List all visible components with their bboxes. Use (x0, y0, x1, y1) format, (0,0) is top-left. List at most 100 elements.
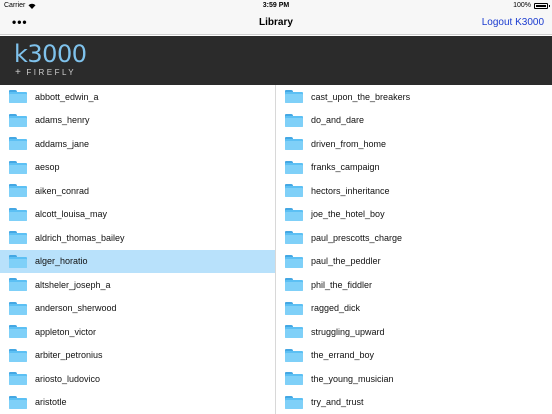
folder-label: ragged_dick (311, 303, 361, 314)
folder-row[interactable]: ragged_dick (276, 297, 552, 321)
folder-icon (285, 207, 303, 221)
folder-icon (285, 184, 303, 198)
folder-label: franks_campaign (311, 162, 380, 173)
folder-icon (9, 137, 27, 151)
folder-label: alcott_louisa_may (35, 209, 108, 220)
folder-icon (9, 254, 27, 268)
folder-icon (9, 113, 27, 127)
battery-icon (534, 2, 550, 9)
folder-label: struggling_upward (311, 326, 385, 337)
folder-icon (285, 113, 303, 127)
folder-row[interactable]: driven_from_home (276, 132, 552, 156)
folder-row[interactable]: aiken_conrad (0, 179, 275, 203)
folder-icon (285, 278, 303, 292)
folder-icon (285, 90, 303, 104)
folder-icon (285, 301, 303, 315)
folder-row[interactable]: alcott_louisa_may (0, 203, 275, 227)
folder-label: aristotle (35, 397, 67, 408)
folder-label: the_errand_boy (311, 350, 375, 361)
folder-icon (285, 137, 303, 151)
folder-row[interactable]: alger_horatio (0, 249, 275, 273)
authors-column[interactable]: abbott_edwin_a adams_henry addams_janeaeso… (0, 85, 276, 414)
folder-row[interactable]: appleton_victor (0, 320, 275, 344)
folder-label: arbiter_petronius (35, 350, 103, 361)
folder-row[interactable]: paul_prescotts_charge (276, 226, 552, 250)
firefly-subtitle: + FIREFLY (15, 66, 77, 78)
folder-icon (9, 301, 27, 315)
folder-icon (285, 395, 303, 409)
folder-row[interactable]: aldrich_thomas_bailey (0, 226, 275, 250)
folder-icon (9, 372, 27, 386)
folder-label: paul_prescotts_charge (311, 232, 403, 243)
folder-row[interactable]: the_young_musician (276, 367, 552, 391)
status-time: 3:59 PM (262, 2, 290, 9)
folder-label: appleton_victor (35, 326, 97, 337)
folder-label: aesop (35, 162, 60, 173)
brand-banner: k3000 + FIREFLY (0, 36, 552, 85)
folder-icon (9, 325, 27, 339)
k3000-logo: k3000 (14, 40, 87, 68)
folder-icon (9, 395, 27, 409)
battery-percent: 100% (513, 2, 531, 9)
folder-icon (9, 348, 27, 362)
folder-row[interactable]: arbiter_petronius (0, 344, 275, 368)
firefly-label: FIREFLY (26, 68, 77, 77)
folder-row[interactable]: anderson_sherwood (0, 297, 275, 321)
folder-label: try_and_trust (311, 397, 364, 408)
page-title: Library (259, 17, 293, 28)
folder-label: hectors_inheritance (311, 185, 390, 196)
folder-row[interactable]: aesop (0, 156, 275, 180)
folder-row[interactable]: altsheler_joseph_a (0, 273, 275, 297)
folder-row[interactable]: paul_the_peddler (276, 250, 552, 274)
folder-icon (285, 160, 303, 174)
folder-label: the_young_musician (311, 373, 394, 384)
folder-label: altsheler_joseph_a (35, 279, 111, 290)
folder-icon (9, 90, 27, 104)
library-columns: abbott_edwin_a adams_henry addams_janeaeso… (0, 85, 552, 414)
folder-row[interactable]: do_and_dare (276, 109, 552, 133)
folder-icon (9, 231, 27, 245)
folder-row[interactable]: aristotle (0, 391, 275, 414)
folder-label: cast_upon_the_breakers (311, 91, 411, 102)
folder-label: anderson_sherwood (35, 303, 117, 314)
folder-icon (9, 278, 27, 292)
folder-label: phil_the_fiddler (311, 279, 373, 290)
folder-icon (285, 325, 303, 339)
battery-indicator: 100% (513, 2, 550, 9)
navigation-bar: ••• Library Logout K3000 (0, 12, 552, 35)
titles-column[interactable]: cast_upon_the_breakers do_and_dare driven_… (276, 85, 552, 414)
folder-label: abbott_edwin_a (35, 91, 99, 102)
folder-label: joe_the_hotel_boy (311, 209, 385, 220)
folder-row[interactable]: cast_upon_the_breakers (276, 85, 552, 109)
folder-label: paul_the_peddler (311, 256, 381, 267)
folder-row[interactable]: try_and_trust (276, 391, 552, 414)
logout-button[interactable]: Logout K3000 (482, 17, 544, 28)
folder-row[interactable]: adams_henry (0, 109, 275, 133)
folder-icon (9, 207, 27, 221)
folder-label: aiken_conrad (35, 185, 90, 196)
folder-row[interactable]: joe_the_hotel_boy (276, 203, 552, 227)
folder-label: adams_henry (35, 115, 90, 126)
folder-row[interactable]: ariosto_ludovico (0, 367, 275, 391)
folder-label: aldrich_thomas_bailey (35, 232, 125, 243)
folder-label: driven_from_home (311, 138, 387, 149)
folder-icon (9, 184, 27, 198)
folder-icon (9, 160, 27, 174)
folder-row[interactable]: struggling_upward (276, 320, 552, 344)
status-bar: Carrier 3:59 PM 100% (0, 0, 552, 12)
folder-icon (285, 254, 303, 268)
folder-icon (285, 348, 303, 362)
folder-row[interactable]: phil_the_fiddler (276, 273, 552, 297)
folder-label: alger_horatio (35, 256, 88, 267)
folder-label: addams_jane (35, 138, 90, 149)
folder-icon (285, 231, 303, 245)
folder-row[interactable]: the_errand_boy (276, 344, 552, 368)
folder-label: ariosto_ludovico (35, 373, 101, 384)
plus-icon: + (15, 66, 24, 78)
folder-row[interactable]: franks_campaign (276, 156, 552, 180)
folder-label: do_and_dare (311, 115, 365, 126)
folder-row[interactable]: hectors_inheritance (276, 179, 552, 203)
folder-row[interactable]: abbott_edwin_a (0, 85, 275, 109)
folder-icon (285, 372, 303, 386)
folder-row[interactable]: addams_jane (0, 132, 275, 156)
